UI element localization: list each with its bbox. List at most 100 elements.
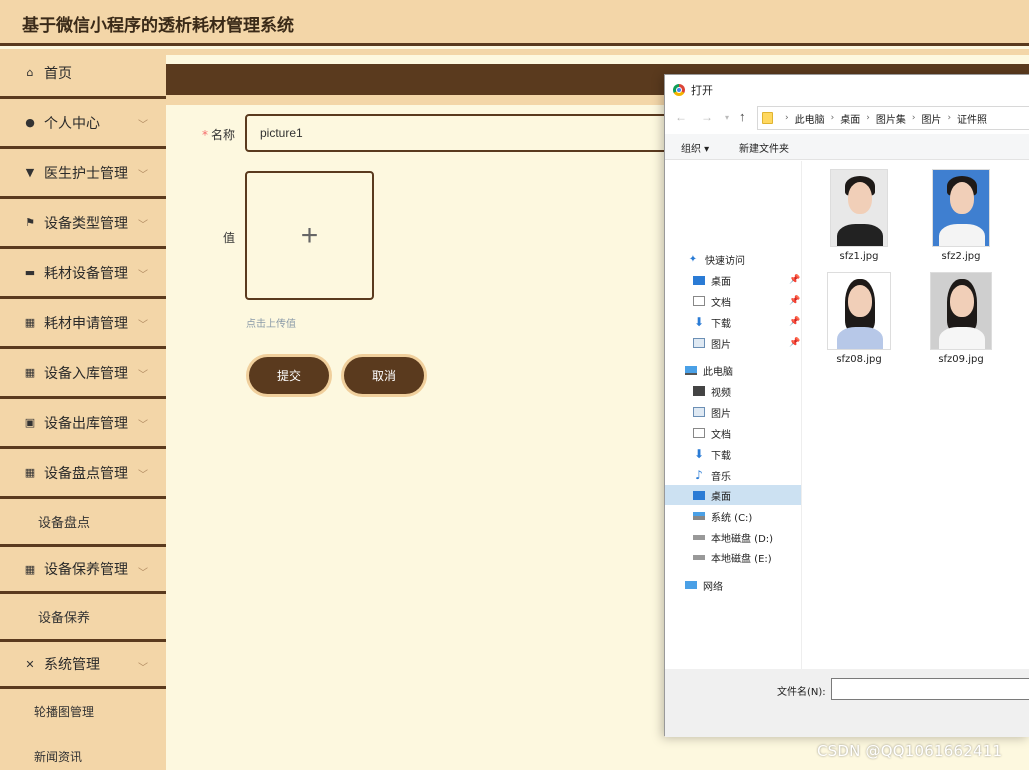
- flag-icon: ⚑: [25, 216, 35, 229]
- name-field[interactable]: picture1: [245, 114, 685, 152]
- value-field-label: 值: [223, 231, 236, 245]
- sidebar-item-label: 设备类型管理: [44, 215, 128, 232]
- submit-button[interactable]: 提交: [249, 357, 329, 394]
- pinned-icon: 📌: [789, 316, 801, 326]
- chevron-down-icon: ﹀: [138, 120, 148, 131]
- file-name: sfz1.jpg: [839, 251, 879, 262]
- sidebar-subitem-carousel[interactable]: 轮播图管理: [0, 689, 166, 734]
- drive-icon: [693, 512, 705, 520]
- recent-dropdown-icon[interactable]: ▾: [725, 113, 729, 122]
- back-icon[interactable]: ←: [675, 110, 687, 124]
- document-icon: [693, 296, 705, 306]
- cancel-button[interactable]: 取消: [344, 357, 424, 394]
- top-header: 基于微信小程序的透析耗材管理系统: [0, 0, 1029, 46]
- sidebar-item-home[interactable]: ⌂ 首页: [0, 49, 166, 99]
- content-top-strip: [166, 49, 1029, 55]
- grid-icon: ▦: [24, 316, 36, 329]
- network-icon: [685, 581, 697, 589]
- nav-drive-c[interactable]: 系统 (C:): [693, 506, 752, 526]
- nav-drive-e[interactable]: 本地磁盘 (E:): [693, 547, 772, 567]
- chevron-down-icon: ﹀: [138, 568, 148, 579]
- breadcrumb-item[interactable]: 桌面: [840, 111, 860, 126]
- pictures-icon: [693, 407, 705, 417]
- nav-desktop[interactable]: 桌面: [693, 270, 731, 290]
- up-icon[interactable]: ↑: [739, 109, 746, 124]
- address-bar[interactable]: › 此电脑 › 桌面 › 图片集 › 图片 › 证件照: [757, 106, 1029, 130]
- breadcrumb-item[interactable]: 此电脑: [795, 111, 825, 126]
- nav-pc-documents[interactable]: 文档: [693, 423, 731, 443]
- filename-input[interactable]: [831, 678, 1029, 700]
- chevron-down-icon: ﹀: [138, 420, 148, 431]
- chevron-down-icon: ﹀: [138, 220, 148, 231]
- new-folder-button[interactable]: 新建文件夹: [739, 140, 789, 155]
- nav-network[interactable]: 网络: [685, 575, 723, 595]
- chat-icon: ▬: [24, 266, 36, 279]
- file-name: sfz2.jpg: [941, 251, 981, 262]
- folder-icon: [762, 112, 773, 124]
- pinned-icon: 📌: [789, 337, 801, 347]
- sidebar-item-stock-out[interactable]: ▣ 设备出库管理 ﹀: [0, 399, 166, 449]
- breadcrumb-item[interactable]: 图片: [921, 111, 941, 126]
- ticket-icon: ✕: [25, 657, 35, 671]
- nav-documents[interactable]: 文档: [693, 291, 731, 311]
- dialog-footer: 文件名(N):: [665, 669, 1029, 737]
- sidebar-item-system[interactable]: ✕ 系统管理 ﹀: [0, 639, 166, 689]
- nav-pc-desktop[interactable]: 桌面: [665, 485, 801, 505]
- breadcrumb-item[interactable]: 图片集: [876, 111, 906, 126]
- sidebar-item-label: 系统管理: [44, 657, 100, 673]
- image-upload-box[interactable]: +: [245, 171, 374, 300]
- nav-this-pc[interactable]: 此电脑: [685, 360, 733, 380]
- nav-quick-access[interactable]: ✦ 快速访问: [687, 249, 745, 269]
- pinned-icon: 📌: [789, 295, 801, 305]
- nav-pictures[interactable]: 图片: [693, 333, 731, 353]
- sidebar-item-doctors[interactable]: ▼ 医生护士管理 ﹀: [0, 149, 166, 199]
- navigation-pane: ✦ 快速访问 桌面 📌 文档 📌 ⬇ 下载 📌 图片 📌 此电脑 视频 图片 文档 …: [665, 161, 802, 669]
- sidebar-item-stock-in[interactable]: ▦ 设备入库管理 ﹀: [0, 349, 166, 399]
- dialog-toolbar: 组织 ▾ 新建文件夹: [665, 134, 1029, 160]
- video-icon: [693, 386, 705, 396]
- nav-pc-pictures[interactable]: 图片: [693, 402, 731, 422]
- file-item[interactable]: sfz08.jpg: [813, 272, 905, 365]
- file-name: sfz08.jpg: [836, 354, 882, 365]
- sidebar-item-device-types[interactable]: ⚑ 设备类型管理 ﹀: [0, 199, 166, 249]
- sidebar-item-inventory[interactable]: ▦ 设备盘点管理 ﹀: [0, 449, 166, 499]
- nav-music[interactable]: ♪ 音乐: [693, 465, 731, 485]
- sidebar-subitem-inventory[interactable]: 设备盘点: [0, 499, 166, 544]
- nav-pc-downloads[interactable]: ⬇ 下载: [693, 444, 731, 464]
- watermark: CSDN @QQ1061662411: [817, 742, 1003, 760]
- pinned-icon: 📌: [789, 274, 801, 284]
- home-icon: ⌂: [26, 66, 34, 79]
- computer-icon: [685, 365, 697, 375]
- plus-icon: +: [300, 218, 319, 252]
- photo-thumbnail: [830, 169, 888, 247]
- sidebar-item-label: 设备入库管理: [44, 365, 128, 382]
- sidebar-item-requests[interactable]: ▦ 耗材申请管理 ﹀: [0, 299, 166, 349]
- forward-icon[interactable]: →: [701, 110, 713, 124]
- breadcrumb-item[interactable]: 证件照: [957, 111, 987, 126]
- nav-downloads[interactable]: ⬇ 下载: [693, 312, 731, 332]
- sidebar-subitem-news[interactable]: 新闻资讯: [0, 734, 166, 770]
- desktop-icon: [693, 490, 705, 500]
- organize-button[interactable]: 组织 ▾: [681, 140, 709, 155]
- drive-icon: [693, 554, 705, 560]
- nav-drive-d[interactable]: 本地磁盘 (D:): [693, 527, 773, 547]
- nav-videos[interactable]: 视频: [693, 381, 731, 401]
- sidebar-subitem-maintenance[interactable]: 设备保养: [0, 594, 166, 639]
- upload-tip: 点击上传值: [246, 319, 296, 330]
- app-title: 基于微信小程序的透析耗材管理系统: [22, 16, 294, 36]
- desktop-icon: [693, 275, 705, 285]
- sidebar-item-label: 医生护士管理: [44, 165, 128, 182]
- file-list: sfz1.jpg sfz2.jpg sfz08.jpg sfz09.jpg: [803, 161, 1029, 669]
- sidebar-item-maintenance[interactable]: ▦ 设备保养管理 ﹀: [0, 544, 166, 594]
- address-row: ← → ▾ ↑ › 此电脑 › 桌面 › 图片集 › 图片 › 证件照: [665, 105, 1029, 131]
- sidebar-item-label: 设备盘点管理: [44, 465, 128, 482]
- file-item[interactable]: sfz2.jpg: [915, 169, 1007, 262]
- grid-icon: ▦: [24, 466, 36, 479]
- filename-label: 文件名(N):: [777, 687, 826, 698]
- sidebar-item-consumables[interactable]: ▬ 耗材设备管理 ﹀: [0, 249, 166, 299]
- file-item[interactable]: sfz09.jpg: [915, 272, 1007, 365]
- document-icon: [693, 428, 705, 438]
- pin-icon: ✦: [688, 253, 698, 265]
- file-item[interactable]: sfz1.jpg: [813, 169, 905, 262]
- sidebar-item-profile[interactable]: ● 个人中心 ﹀: [0, 99, 166, 149]
